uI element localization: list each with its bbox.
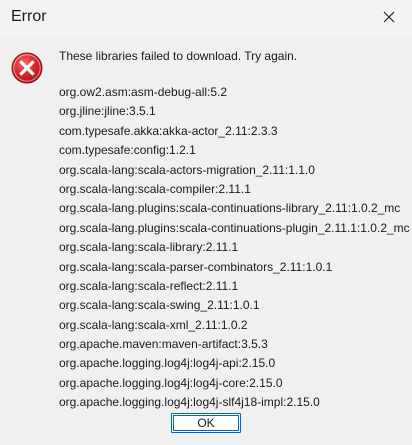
library-item: org.ow2.asm:asm-debug-all:5.2 (59, 85, 228, 99)
window-title: Error (11, 8, 47, 25)
library-item: com.typesafe:config:1.2.1 (59, 143, 196, 158)
library-item: org.scala-lang:scala-reflect:2.11.1 (59, 278, 239, 293)
library-item: org.scala-lang.plugins:scala-continuatio… (59, 220, 410, 235)
failed-library-list: org.ow2.asm:asm-debug-all:5.2 org.jline:j… (59, 83, 410, 413)
library-item: org.scala-lang:scala-actors-migration_2.… (59, 162, 315, 177)
close-button[interactable] (366, 0, 412, 34)
library-item: org.scala-lang.plugins:scala-continuatio… (59, 201, 401, 216)
library-item: org.apache.logging.log4j:log4j-core:2.15… (59, 375, 283, 390)
library-item: org.scala-lang:scala-compiler:2.11.1 (59, 181, 251, 196)
error-message: These libraries failed to download. Try … (59, 49, 298, 63)
title-bar: Error (0, 0, 412, 36)
error-dialog-window: Error These libraries failed to download… (0, 0, 412, 445)
library-item: org.scala-lang:scala-parser-combinators_… (59, 259, 333, 274)
error-icon (11, 52, 43, 84)
library-item: com.typesafe.akka:akka-actor_2.11:2.3.3 (59, 123, 278, 138)
library-item: org.scala-lang:scala-library:2.11.1 (59, 240, 239, 255)
library-item: org.apache.logging.log4j:log4j-slf4j18-i… (59, 395, 320, 410)
close-icon (383, 11, 395, 23)
library-item: org.jline:jline:3.5.1 (59, 104, 156, 119)
library-item: org.scala-lang:scala-xml_2.11:1.0.2 (59, 317, 248, 332)
library-item: org.apache.maven:maven-artifact:3.5.3 (59, 337, 268, 352)
library-item: org.scala-lang:scala-swing_2.11:1.0.1 (59, 298, 260, 313)
library-item: org.apache.logging.log4j:log4j-api:2.15.… (59, 356, 276, 371)
ok-button[interactable]: OK (171, 413, 241, 433)
dialog-content: These libraries failed to download. Try … (0, 36, 412, 445)
